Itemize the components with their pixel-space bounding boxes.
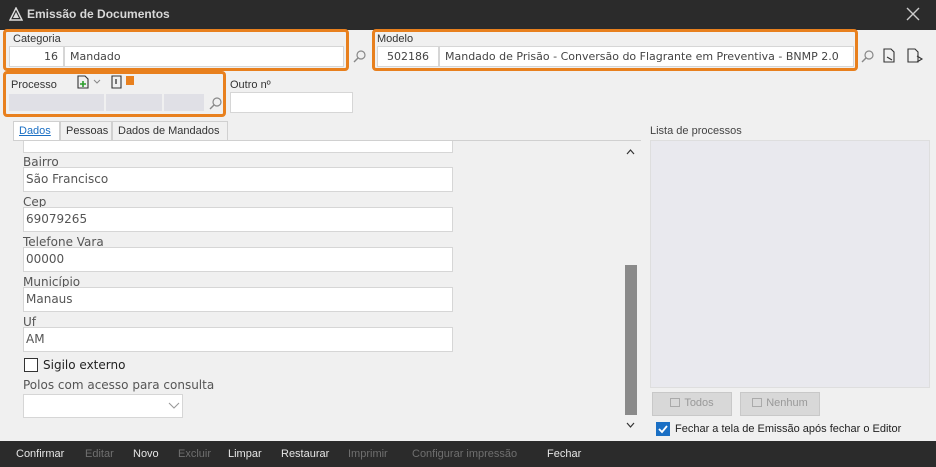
processo-add-icon[interactable] xyxy=(76,75,90,89)
form-panel: Bairro São Francisco Cep 69079265 Telefo… xyxy=(13,140,641,436)
categoria-search-icon[interactable] xyxy=(353,49,367,63)
restaurar-button[interactable]: Restaurar xyxy=(281,448,329,460)
previous-field-partial[interactable] xyxy=(23,141,453,153)
processo-note-icon[interactable] xyxy=(110,75,123,89)
tab-dados-de-mandados[interactable]: Dados de Mandados xyxy=(112,121,228,141)
form-scrollbar[interactable] xyxy=(622,145,639,435)
processo-number-part-2[interactable] xyxy=(106,94,162,111)
polos-select[interactable] xyxy=(23,394,183,418)
bairro-field[interactable]: São Francisco xyxy=(23,167,453,192)
model-preview-icon[interactable] xyxy=(906,47,924,64)
uf-field[interactable]: AM xyxy=(23,327,453,352)
categoria-name-field[interactable]: Mandado xyxy=(64,46,344,67)
cep-field[interactable]: 69079265 xyxy=(23,207,453,232)
outro-label: Outro nº xyxy=(230,79,271,91)
novo-button[interactable]: Novo xyxy=(133,448,159,460)
window-title: Emissão de Documentos xyxy=(27,7,170,21)
sigilo-checkbox[interactable] xyxy=(24,358,38,372)
chevron-down-icon[interactable] xyxy=(626,422,635,428)
processo-label: Processo xyxy=(11,79,57,91)
fechar-tela-label: Fechar a tela de Emissão após fechar o E… xyxy=(675,423,902,435)
footer-toolbar: Confirmar Editar Novo Excluir Limpar Res… xyxy=(0,441,936,467)
tab-pessoas[interactable]: Pessoas xyxy=(60,121,112,141)
todos-label: Todos xyxy=(684,397,714,409)
chevron-down-icon[interactable] xyxy=(168,402,180,410)
configurar-impressao-button[interactable]: Configurar impressão xyxy=(412,448,517,460)
modelo-label: Modelo xyxy=(377,33,414,45)
close-icon[interactable] xyxy=(904,5,922,23)
todos-button[interactable]: Todos xyxy=(652,392,732,416)
modelo-code-field[interactable]: 502186 xyxy=(377,46,439,67)
excluir-button[interactable]: Excluir xyxy=(178,448,211,460)
nenhum-label: Nenhum xyxy=(766,397,808,409)
lista-label: Lista de processos xyxy=(650,125,742,137)
chevron-up-icon[interactable] xyxy=(626,149,635,155)
categoria-label: Categoria xyxy=(13,33,61,45)
app-logo-icon xyxy=(9,7,23,21)
fechar-button[interactable]: Fechar xyxy=(547,448,581,460)
processo-number-part-3[interactable] xyxy=(164,94,204,111)
limpar-button[interactable]: Limpar xyxy=(228,448,262,460)
imprimir-button[interactable]: Imprimir xyxy=(348,448,388,460)
sigilo-label: Sigilo externo xyxy=(43,358,126,372)
processo-search-icon[interactable] xyxy=(209,96,223,110)
processo-number-part-1[interactable] xyxy=(9,94,104,111)
check-icon xyxy=(658,425,668,434)
chevron-down-icon[interactable] xyxy=(93,79,101,85)
telefone-field[interactable]: 00000 xyxy=(23,247,453,272)
outro-field[interactable] xyxy=(230,92,353,113)
fechar-tela-checkbox[interactable] xyxy=(656,422,670,436)
editar-button[interactable]: Editar xyxy=(85,448,114,460)
nenhum-icon xyxy=(752,398,763,407)
modelo-name-field[interactable]: Mandado de Prisão - Conversão do Flagran… xyxy=(439,46,854,67)
modelo-search-icon[interactable] xyxy=(861,49,875,63)
scrollbar-thumb[interactable] xyxy=(625,265,637,415)
nenhum-button[interactable]: Nenhum xyxy=(740,392,820,416)
tab-dados[interactable]: Dados xyxy=(13,121,60,141)
processo-flag-icon xyxy=(126,76,134,85)
confirmar-button[interactable]: Confirmar xyxy=(16,448,64,460)
polos-label: Polos com acesso para consulta xyxy=(23,378,215,392)
title-bar: Emissão de Documentos xyxy=(0,0,936,30)
todos-icon xyxy=(670,398,681,407)
lista-processos[interactable] xyxy=(650,140,930,388)
municipio-field[interactable]: Manaus xyxy=(23,287,453,312)
categoria-code-field[interactable]: 16 xyxy=(9,46,64,67)
model-edit-icon[interactable] xyxy=(881,47,897,64)
